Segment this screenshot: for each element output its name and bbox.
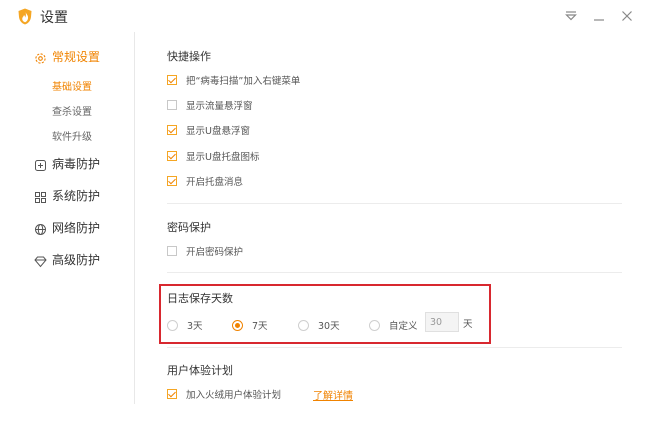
checkbox[interactable] xyxy=(167,151,177,161)
checkbox[interactable] xyxy=(167,389,177,399)
huorong-logo-icon xyxy=(17,8,33,25)
checkbox-label: 加入火绒用户体验计划 xyxy=(186,390,282,401)
checkbox-label: 显示U盘悬浮窗 xyxy=(186,126,250,137)
learn-more-link[interactable]: 了解详情 xyxy=(313,387,353,402)
radio-label: 3天 xyxy=(187,321,203,332)
option-context-menu[interactable]: 把“病毒扫描”加入右键菜单 xyxy=(167,73,300,87)
sidebar-item-label: 网络防护 xyxy=(52,220,101,235)
sidebar-item-network-protection[interactable]: 网络防护 xyxy=(34,217,100,237)
option-usb-tray-icon[interactable]: 显示U盘托盘图标 xyxy=(167,149,259,163)
checkbox[interactable] xyxy=(167,100,177,110)
sidebar-subitem-basic[interactable]: 基础设置 xyxy=(52,78,92,93)
radio-button[interactable] xyxy=(369,319,380,331)
section-title-password: 密码保护 xyxy=(167,221,211,234)
section-title-log-days: 日志保存天数 xyxy=(167,292,233,305)
sidebar-item-virus-protection[interactable]: 病毒防护 xyxy=(34,153,100,173)
radio-button[interactable] xyxy=(232,319,243,331)
checkbox[interactable] xyxy=(167,246,177,256)
title-bar: 设置 xyxy=(0,0,650,32)
checkbox-label: 显示流量悬浮窗 xyxy=(186,101,253,112)
radio-label: 30天 xyxy=(318,321,340,332)
grid-icon xyxy=(34,189,47,203)
divider xyxy=(167,347,622,348)
sidebar-item-label: 系统防护 xyxy=(52,188,101,203)
minimize-icon[interactable] xyxy=(590,7,608,25)
radio-7-days[interactable]: 7天 xyxy=(232,318,268,332)
radio-3-days[interactable]: 3天 xyxy=(167,318,203,332)
radio-button[interactable] xyxy=(167,319,178,331)
sidebar-item-general[interactable]: 常规设置 xyxy=(34,46,100,66)
option-password-protection[interactable]: 开启密码保护 xyxy=(167,244,243,258)
checkbox-label: 开启密码保护 xyxy=(186,247,244,258)
sidebar-subitem-scan[interactable]: 查杀设置 xyxy=(52,103,92,118)
checkbox-label: 把“病毒扫描”加入右键菜单 xyxy=(186,76,301,87)
radio-button[interactable] xyxy=(298,319,309,331)
sidebar-item-label: 高级防护 xyxy=(52,252,101,267)
divider xyxy=(167,203,622,204)
checkbox[interactable] xyxy=(167,176,177,186)
sidebar-item-label: 病毒防护 xyxy=(52,156,101,171)
option-traffic-float[interactable]: 显示流量悬浮窗 xyxy=(167,98,253,112)
close-icon[interactable] xyxy=(618,7,636,25)
option-tray-messages[interactable]: 开启托盘消息 xyxy=(167,174,243,188)
plus-shield-icon xyxy=(34,157,47,171)
sidebar-item-label: 常规设置 xyxy=(52,49,101,64)
radio-30-days[interactable]: 30天 xyxy=(298,318,340,332)
checkbox-label: 显示U盘托盘图标 xyxy=(186,152,260,163)
section-title-ux-plan: 用户体验计划 xyxy=(167,364,233,377)
dropdown-icon[interactable] xyxy=(562,7,580,25)
divider xyxy=(167,272,622,273)
checkbox[interactable] xyxy=(167,75,177,85)
settings-panel: 快捷操作 把“病毒扫描”加入右键菜单 显示流量悬浮窗 显示U盘悬浮窗 显示U盘托… xyxy=(135,32,650,428)
sidebar-subitem-upgrade[interactable]: 软件升级 xyxy=(52,128,92,143)
checkbox[interactable] xyxy=(167,125,177,135)
gear-icon xyxy=(34,50,47,64)
sidebar: 常规设置 基础设置 查杀设置 软件升级 病毒防护 系统防护 网络防护 高级防护 xyxy=(0,32,135,404)
option-join-ux-plan[interactable]: 加入火绒用户体验计划 xyxy=(167,387,281,401)
option-usb-float[interactable]: 显示U盘悬浮窗 xyxy=(167,123,250,137)
radio-label: 7天 xyxy=(252,321,268,332)
diamond-icon xyxy=(34,253,47,267)
days-unit-label: 天 xyxy=(463,319,473,330)
globe-icon xyxy=(34,221,47,235)
radio-custom[interactable]: 自定义 xyxy=(369,318,418,332)
section-title-shortcuts: 快捷操作 xyxy=(167,50,211,63)
sidebar-item-advanced-protection[interactable]: 高级防护 xyxy=(34,249,100,269)
radio-label: 自定义 xyxy=(389,321,418,332)
custom-days-input[interactable] xyxy=(425,312,459,332)
sidebar-item-system-protection[interactable]: 系统防护 xyxy=(34,185,100,205)
window-title: 设置 xyxy=(40,10,68,26)
checkbox-label: 开启托盘消息 xyxy=(186,177,244,188)
